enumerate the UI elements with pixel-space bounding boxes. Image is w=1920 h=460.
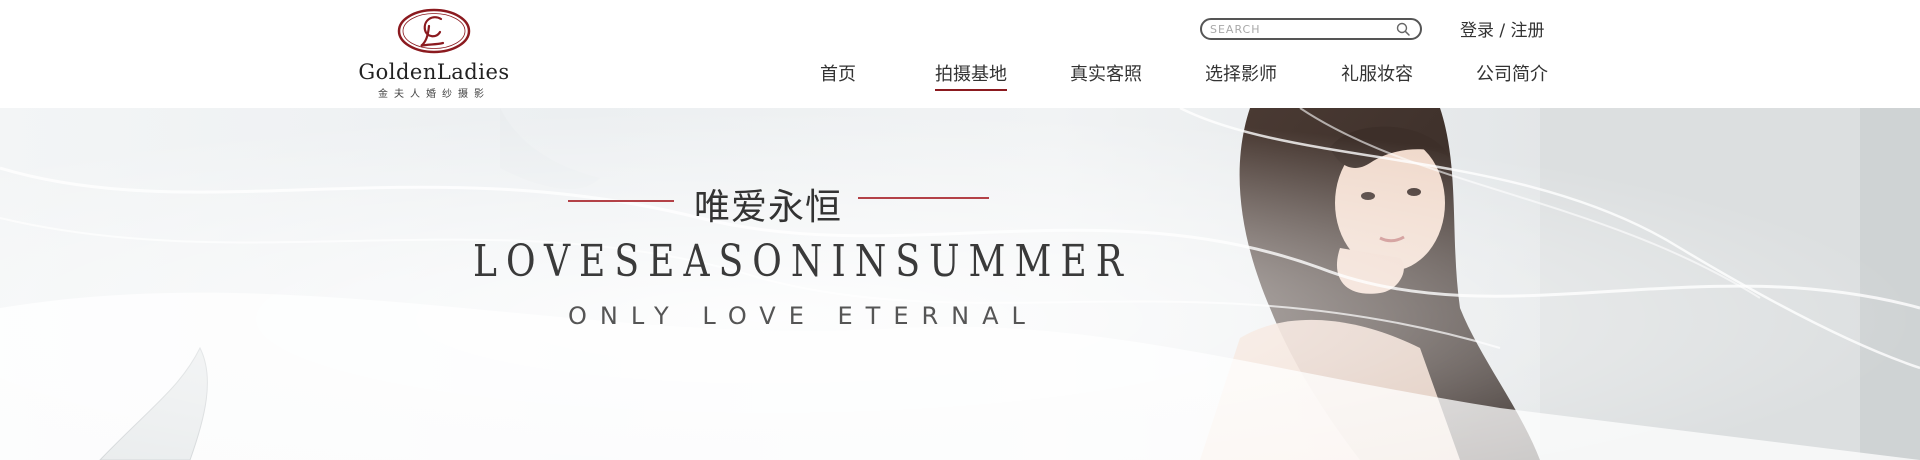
- hero-title-cn: 唯爱永恒: [694, 187, 843, 228]
- site-header: GoldenLadies 金夫人婚纱摄影 登录 / 注册 首页 拍摄基地 真实客…: [0, 0, 1920, 108]
- search-input[interactable]: [1210, 21, 1390, 37]
- hero-subtitle: ONLY LOVE ETERNAL: [568, 302, 1038, 330]
- nav-item-home[interactable]: 首页: [820, 60, 856, 86]
- logo[interactable]: GoldenLadies 金夫人婚纱摄影: [356, 8, 516, 100]
- decorative-line-right: [858, 197, 989, 199]
- auth-separator: /: [1494, 21, 1511, 41]
- hero-title-en: LOVESEASONINSUMMER: [473, 236, 1132, 287]
- logo-subtitle: 金夫人婚纱摄影: [378, 89, 490, 100]
- auth-links: 登录 / 注册: [1460, 16, 1545, 41]
- decorative-line-left: [568, 200, 674, 202]
- register-link[interactable]: 注册: [1511, 21, 1545, 41]
- hero-text-block: 唯爱永恒 LOVESEASONINSUMMER ONLY LOVE ETERNA…: [0, 108, 1920, 460]
- nav-item-shooting-base[interactable]: 拍摄基地: [935, 60, 1007, 91]
- login-link[interactable]: 登录: [1460, 21, 1494, 41]
- nav-item-about[interactable]: 公司简介: [1476, 60, 1548, 86]
- nav-item-gowns-makeup[interactable]: 礼服妆容: [1341, 60, 1413, 86]
- search-icon[interactable]: [1396, 22, 1410, 36]
- logo-wordmark: GoldenLadies: [358, 60, 510, 84]
- logo-emblem-icon: [397, 8, 471, 54]
- search-box: [1200, 18, 1422, 40]
- hero-banner[interactable]: 唯爱永恒 LOVESEASONINSUMMER ONLY LOVE ETERNA…: [0, 108, 1920, 460]
- nav-item-client-photos[interactable]: 真实客照: [1070, 60, 1142, 86]
- nav-item-photographers[interactable]: 选择影师: [1205, 60, 1277, 86]
